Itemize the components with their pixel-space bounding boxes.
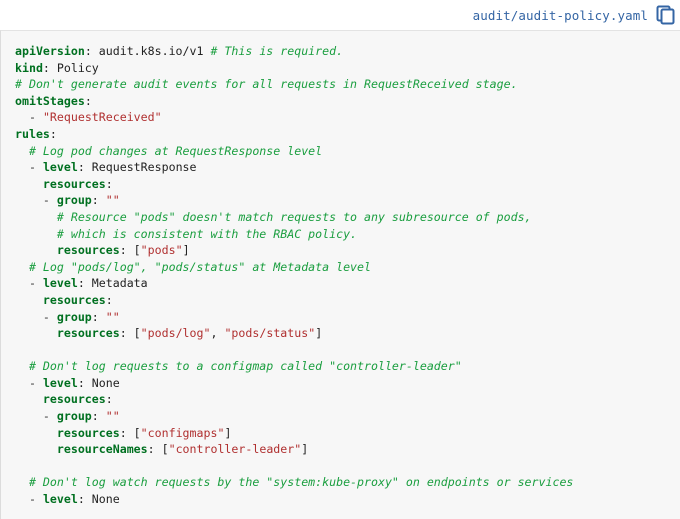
code-line: # Resource "pods" doesn't match requests… (56, 209, 532, 224)
code-line: - "RequestReceived" (28, 110, 162, 125)
code-line: # Log "pods/log", "pods/status" at Metad… (28, 259, 371, 274)
code-line: - level: None (28, 492, 120, 507)
code-viewer-page: audit/audit-policy.yaml apiVersion: audi… (0, 0, 680, 519)
code-line: omitStages: (15, 93, 92, 108)
code-line: resources: (42, 392, 113, 407)
code-line: # Log pod changes at RequestResponse lev… (28, 143, 323, 158)
code-header: audit/audit-policy.yaml (0, 0, 680, 30)
code-line: - group: "" (42, 309, 120, 324)
code-line: # Don't log watch requests by the "syste… (28, 475, 574, 490)
code-line: resources: (42, 292, 113, 307)
code-content: apiVersion: audit.k8s.io/v1 # This is re… (15, 43, 680, 508)
code-line: resources: ["pods/log", "pods/status"] (56, 326, 323, 341)
code-line: - level: None (28, 375, 120, 390)
code-line: # Don't generate audit events for all re… (15, 77, 518, 92)
code-line: # Don't log requests to a configmap call… (28, 359, 462, 374)
code-line: kind: Policy (15, 60, 99, 75)
code-line: resources: ["pods"] (56, 243, 190, 258)
code-line: resources: ["configmaps"] (56, 425, 232, 440)
code-line: - level: RequestResponse (28, 160, 197, 175)
code-line: resources: (42, 176, 113, 191)
code-line: - group: "" (42, 193, 120, 208)
code-line: - level: Metadata (28, 276, 148, 291)
code-scroll-area[interactable]: apiVersion: audit.k8s.io/v1 # This is re… (1, 31, 680, 508)
code-line: # which is consistent with the RBAC poli… (56, 226, 358, 241)
copy-to-clipboard-icon[interactable] (654, 4, 676, 26)
code-filename: audit/audit-policy.yaml (472, 7, 648, 23)
code-line: resourceNames: ["controller-leader"] (56, 442, 309, 457)
code-line: - group: "" (42, 409, 120, 424)
code-line: rules: (15, 126, 57, 141)
code-block[interactable]: apiVersion: audit.k8s.io/v1 # This is re… (0, 30, 680, 519)
code-line: apiVersion: audit.k8s.io/v1 # This is re… (15, 44, 344, 58)
